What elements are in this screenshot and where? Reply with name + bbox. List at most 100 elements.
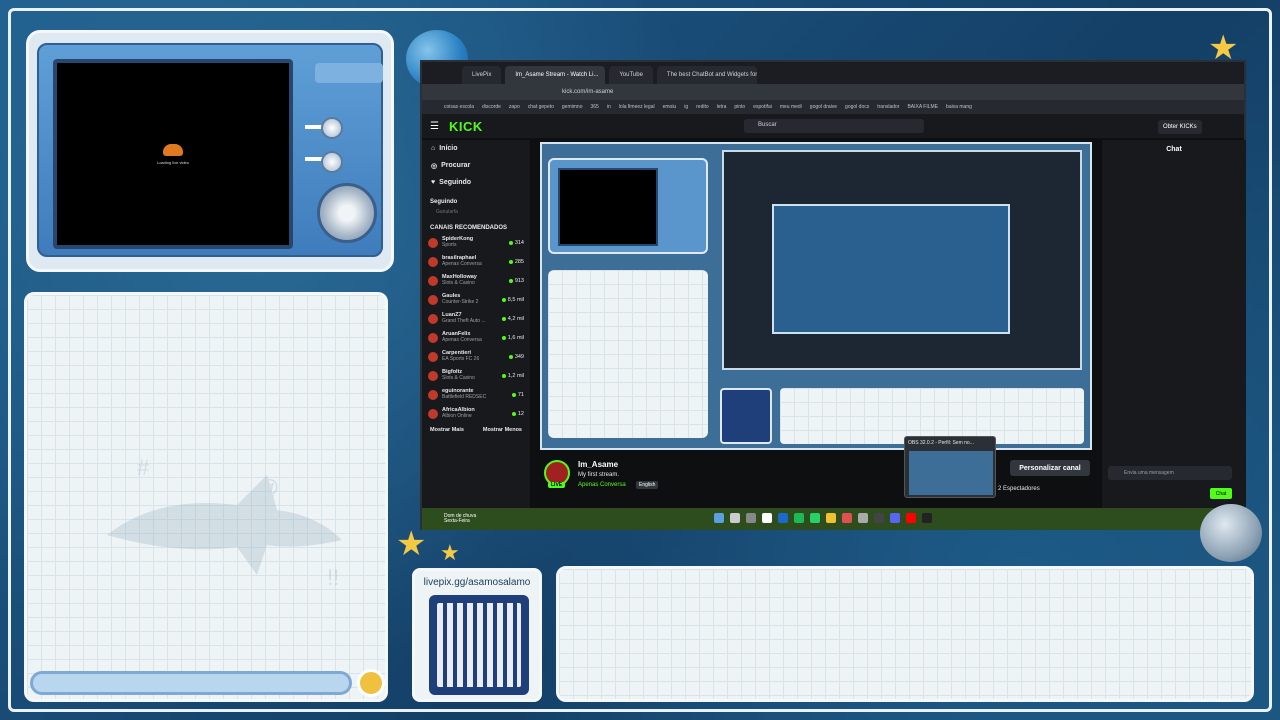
obs-icon[interactable]: [922, 513, 932, 523]
stream-category[interactable]: Apenas Conversa: [578, 482, 626, 488]
channel-item[interactable]: MaxHolloway Slots & Casino 913: [422, 271, 530, 290]
kick-logo[interactable]: KICK: [449, 119, 483, 134]
qr-code: [429, 595, 529, 695]
bookmark[interactable]: 365: [590, 104, 598, 110]
bookmark[interactable]: discorde: [482, 104, 501, 110]
notes-panel: # @ !!: [24, 292, 388, 702]
address-bar[interactable]: kick.com/im-asame: [422, 84, 1244, 100]
task-view-icon[interactable]: [746, 513, 756, 523]
live-dot-icon: [508, 240, 513, 245]
whatsapp-icon[interactable]: [810, 513, 820, 523]
avatar: [428, 408, 438, 419]
tab-chatbot[interactable]: The best ChatBot and Widgets for K...: [656, 66, 757, 84]
following-header: Seguindo: [430, 199, 458, 205]
camera-loading-text: Loading live video: [156, 159, 190, 165]
bookmark[interactable]: zapo: [509, 104, 520, 110]
browser-icon[interactable]: [842, 513, 852, 523]
bookmark[interactable]: gemimno: [562, 104, 583, 110]
mini-camera-screen: [558, 168, 658, 246]
channel-item[interactable]: Gaules Counter-Strike 2 8,5 mil: [422, 290, 530, 309]
camera-topbar: [315, 63, 383, 83]
channel-item[interactable]: Bigfoltz Slots & Casino 1,2 mil: [422, 366, 530, 385]
stream-title: My first stream.: [578, 472, 620, 478]
bookmark[interactable]: gogol draive: [810, 104, 837, 110]
show-less-button[interactable]: Mostrar Menos: [483, 427, 522, 433]
camera-dial: [317, 183, 377, 243]
bookmark[interactable]: letra: [717, 104, 727, 110]
nav-procurar[interactable]: ◎ Procurar: [422, 157, 530, 174]
language-tag[interactable]: English: [636, 481, 659, 489]
svg-text:!!: !!: [327, 565, 339, 590]
stream-info: LIVE Im_Asame My first stream. Apenas Co…: [540, 458, 960, 498]
mini-camera-frame: [548, 158, 708, 254]
avatar: [357, 669, 385, 697]
obter-kicks-button[interactable]: Obter KICKs: [1158, 120, 1202, 134]
bookmark[interactable]: baixa mang: [946, 104, 972, 110]
live-dot-icon: [501, 297, 506, 302]
recommended-header: CANAIS RECOMENDADOS: [430, 225, 508, 231]
streamer-name[interactable]: Im_Asame: [578, 460, 618, 469]
bookmark[interactable]: translador: [877, 104, 899, 110]
qr-link-text: livepix.gg/asamosalamo: [423, 577, 531, 588]
bookmark[interactable]: espotifai: [753, 104, 772, 110]
app-icon[interactable]: [874, 513, 884, 523]
channel-item[interactable]: eguinorante Battlefield REDSEC 71: [422, 385, 530, 404]
kick-sidebar: ⌂ Início ◎ Procurar ♥ Seguindo Seguindo Gan…: [422, 140, 530, 520]
channel-item[interactable]: SpiderKong Sports 314: [422, 233, 530, 252]
bookmark[interactable]: chat gepeto: [528, 104, 554, 110]
obs-preview-thumb: [909, 451, 993, 495]
bookmark[interactable]: gogol docs: [845, 104, 869, 110]
avatar: [428, 351, 438, 362]
stream-video[interactable]: [540, 142, 1092, 450]
bookmark[interactable]: meu medi: [780, 104, 802, 110]
bookmark[interactable]: redito: [696, 104, 709, 110]
channel-item[interactable]: Carpentieri EA Sports FC 26 349: [422, 347, 530, 366]
store-icon[interactable]: [762, 513, 772, 523]
chat-input[interactable]: Envia uma mensagem: [1108, 466, 1232, 480]
chat-send-button[interactable]: Chat: [1210, 488, 1232, 499]
star-icon: ★: [440, 540, 460, 565]
progress-bar: [30, 671, 352, 695]
bookmark[interactable]: in: [607, 104, 611, 110]
search-icon[interactable]: [730, 513, 740, 523]
windows-taskbar: Dom de chuva Sexta-Feira: [422, 508, 1248, 530]
windows-icon[interactable]: [714, 513, 724, 523]
tab-bar: LivePix Im_Asame Stream - Watch Li... Yo…: [422, 62, 1244, 84]
taskbar-icons: [714, 513, 932, 523]
chat-title: Chat: [1166, 146, 1182, 153]
nav-inicio[interactable]: ⌂ Início: [422, 140, 530, 157]
customize-channel-button[interactable]: Personalizar canal: [1010, 460, 1090, 476]
weather-widget[interactable]: Dom de chuva Sexta-Feira: [422, 514, 476, 524]
tab-youtube[interactable]: YouTube: [609, 66, 653, 84]
tab-livepix[interactable]: LivePix: [462, 66, 502, 84]
bookmark[interactable]: emoiu: [663, 104, 677, 110]
discord-icon[interactable]: [890, 513, 900, 523]
bookmark[interactable]: pinto: [734, 104, 745, 110]
show-more-button[interactable]: Mostrar Mais: [430, 427, 464, 433]
search-input[interactable]: Buscar: [744, 119, 924, 133]
steam-icon[interactable]: [778, 513, 788, 523]
menu-icon[interactable]: ☰: [430, 121, 439, 132]
channel-item[interactable]: AruanFelix Apenas Conversa 1,6 mil: [422, 328, 530, 347]
qr-card: livepix.gg/asamosalamo: [412, 568, 542, 702]
channel-item[interactable]: brasilraphael Apenas Conversa 285: [422, 252, 530, 271]
spotify-icon[interactable]: [794, 513, 804, 523]
shark-icon: # @ !!: [107, 455, 342, 590]
bookmark[interactable]: lola fimeez legal: [619, 104, 655, 110]
following-item[interactable]: Ganularfa: [422, 207, 530, 217]
folder-icon[interactable]: [826, 513, 836, 523]
heart-icon: ♥: [431, 179, 436, 186]
app-icon[interactable]: [858, 513, 868, 523]
youtube-icon[interactable]: [906, 513, 916, 523]
bookmark[interactable]: BAIXA FILME: [907, 104, 938, 110]
bookmark[interactable]: ig: [684, 104, 688, 110]
mini-qr-code: [720, 388, 772, 444]
channel-item[interactable]: AfricaAlbion Albion Online 12: [422, 404, 530, 423]
bookmark[interactable]: coisas escola: [444, 104, 474, 110]
live-dot-icon: [511, 392, 516, 397]
camera-button: [321, 117, 343, 139]
channel-item[interactable]: LuanZ7 Grand Theft Auto ... 4,2 mil: [422, 309, 530, 328]
nav-seguindo[interactable]: ♥ Seguindo: [422, 174, 530, 191]
tab-kick[interactable]: Im_Asame Stream - Watch Li...: [505, 66, 606, 84]
obs-taskbar-preview[interactable]: OBS 32.0.2 - Perfil: Sem no...: [904, 436, 996, 498]
